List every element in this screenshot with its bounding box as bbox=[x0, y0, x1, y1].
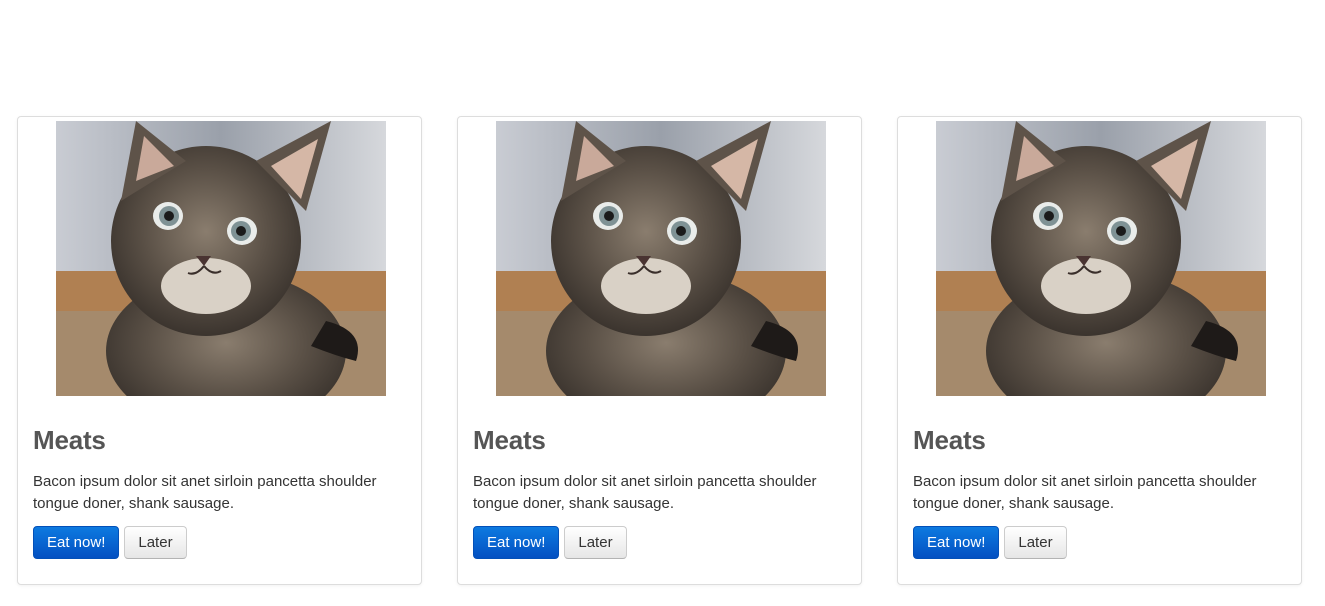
later-button[interactable]: Later bbox=[1004, 526, 1067, 559]
card-caption: Meats Bacon ipsum dolor sit anet sirloin… bbox=[33, 417, 408, 559]
card-actions: Eat now! Later bbox=[473, 526, 848, 559]
later-button[interactable]: Later bbox=[124, 526, 187, 559]
card-caption: Meats Bacon ipsum dolor sit anet sirloin… bbox=[913, 417, 1288, 559]
card-caption: Meats Bacon ipsum dolor sit anet sirloin… bbox=[473, 417, 848, 559]
card-description: Bacon ipsum dolor sit anet sirloin pance… bbox=[33, 473, 377, 512]
card: Meats Bacon ipsum dolor sit anet sirloin… bbox=[17, 116, 422, 585]
card-actions: Eat now! Later bbox=[33, 526, 408, 559]
later-button[interactable]: Later bbox=[564, 526, 627, 559]
kitten-image bbox=[936, 121, 1266, 396]
card: Meats Bacon ipsum dolor sit anet sirloin… bbox=[457, 116, 862, 585]
card-row: Meats Bacon ipsum dolor sit anet sirloin… bbox=[0, 0, 1325, 606]
card-actions: Eat now! Later bbox=[913, 526, 1288, 559]
card-description: Bacon ipsum dolor sit anet sirloin pance… bbox=[473, 473, 817, 512]
card-title: Meats bbox=[33, 425, 106, 455]
eat-now-button[interactable]: Eat now! bbox=[473, 526, 560, 559]
card-title: Meats bbox=[913, 425, 986, 455]
kitten-image bbox=[496, 121, 826, 396]
eat-now-button[interactable]: Eat now! bbox=[33, 526, 120, 559]
card-description: Bacon ipsum dolor sit anet sirloin pance… bbox=[913, 473, 1257, 512]
card: Meats Bacon ipsum dolor sit anet sirloin… bbox=[897, 116, 1302, 585]
eat-now-button[interactable]: Eat now! bbox=[913, 526, 1000, 559]
kitten-image bbox=[56, 121, 386, 396]
card-title: Meats bbox=[473, 425, 546, 455]
